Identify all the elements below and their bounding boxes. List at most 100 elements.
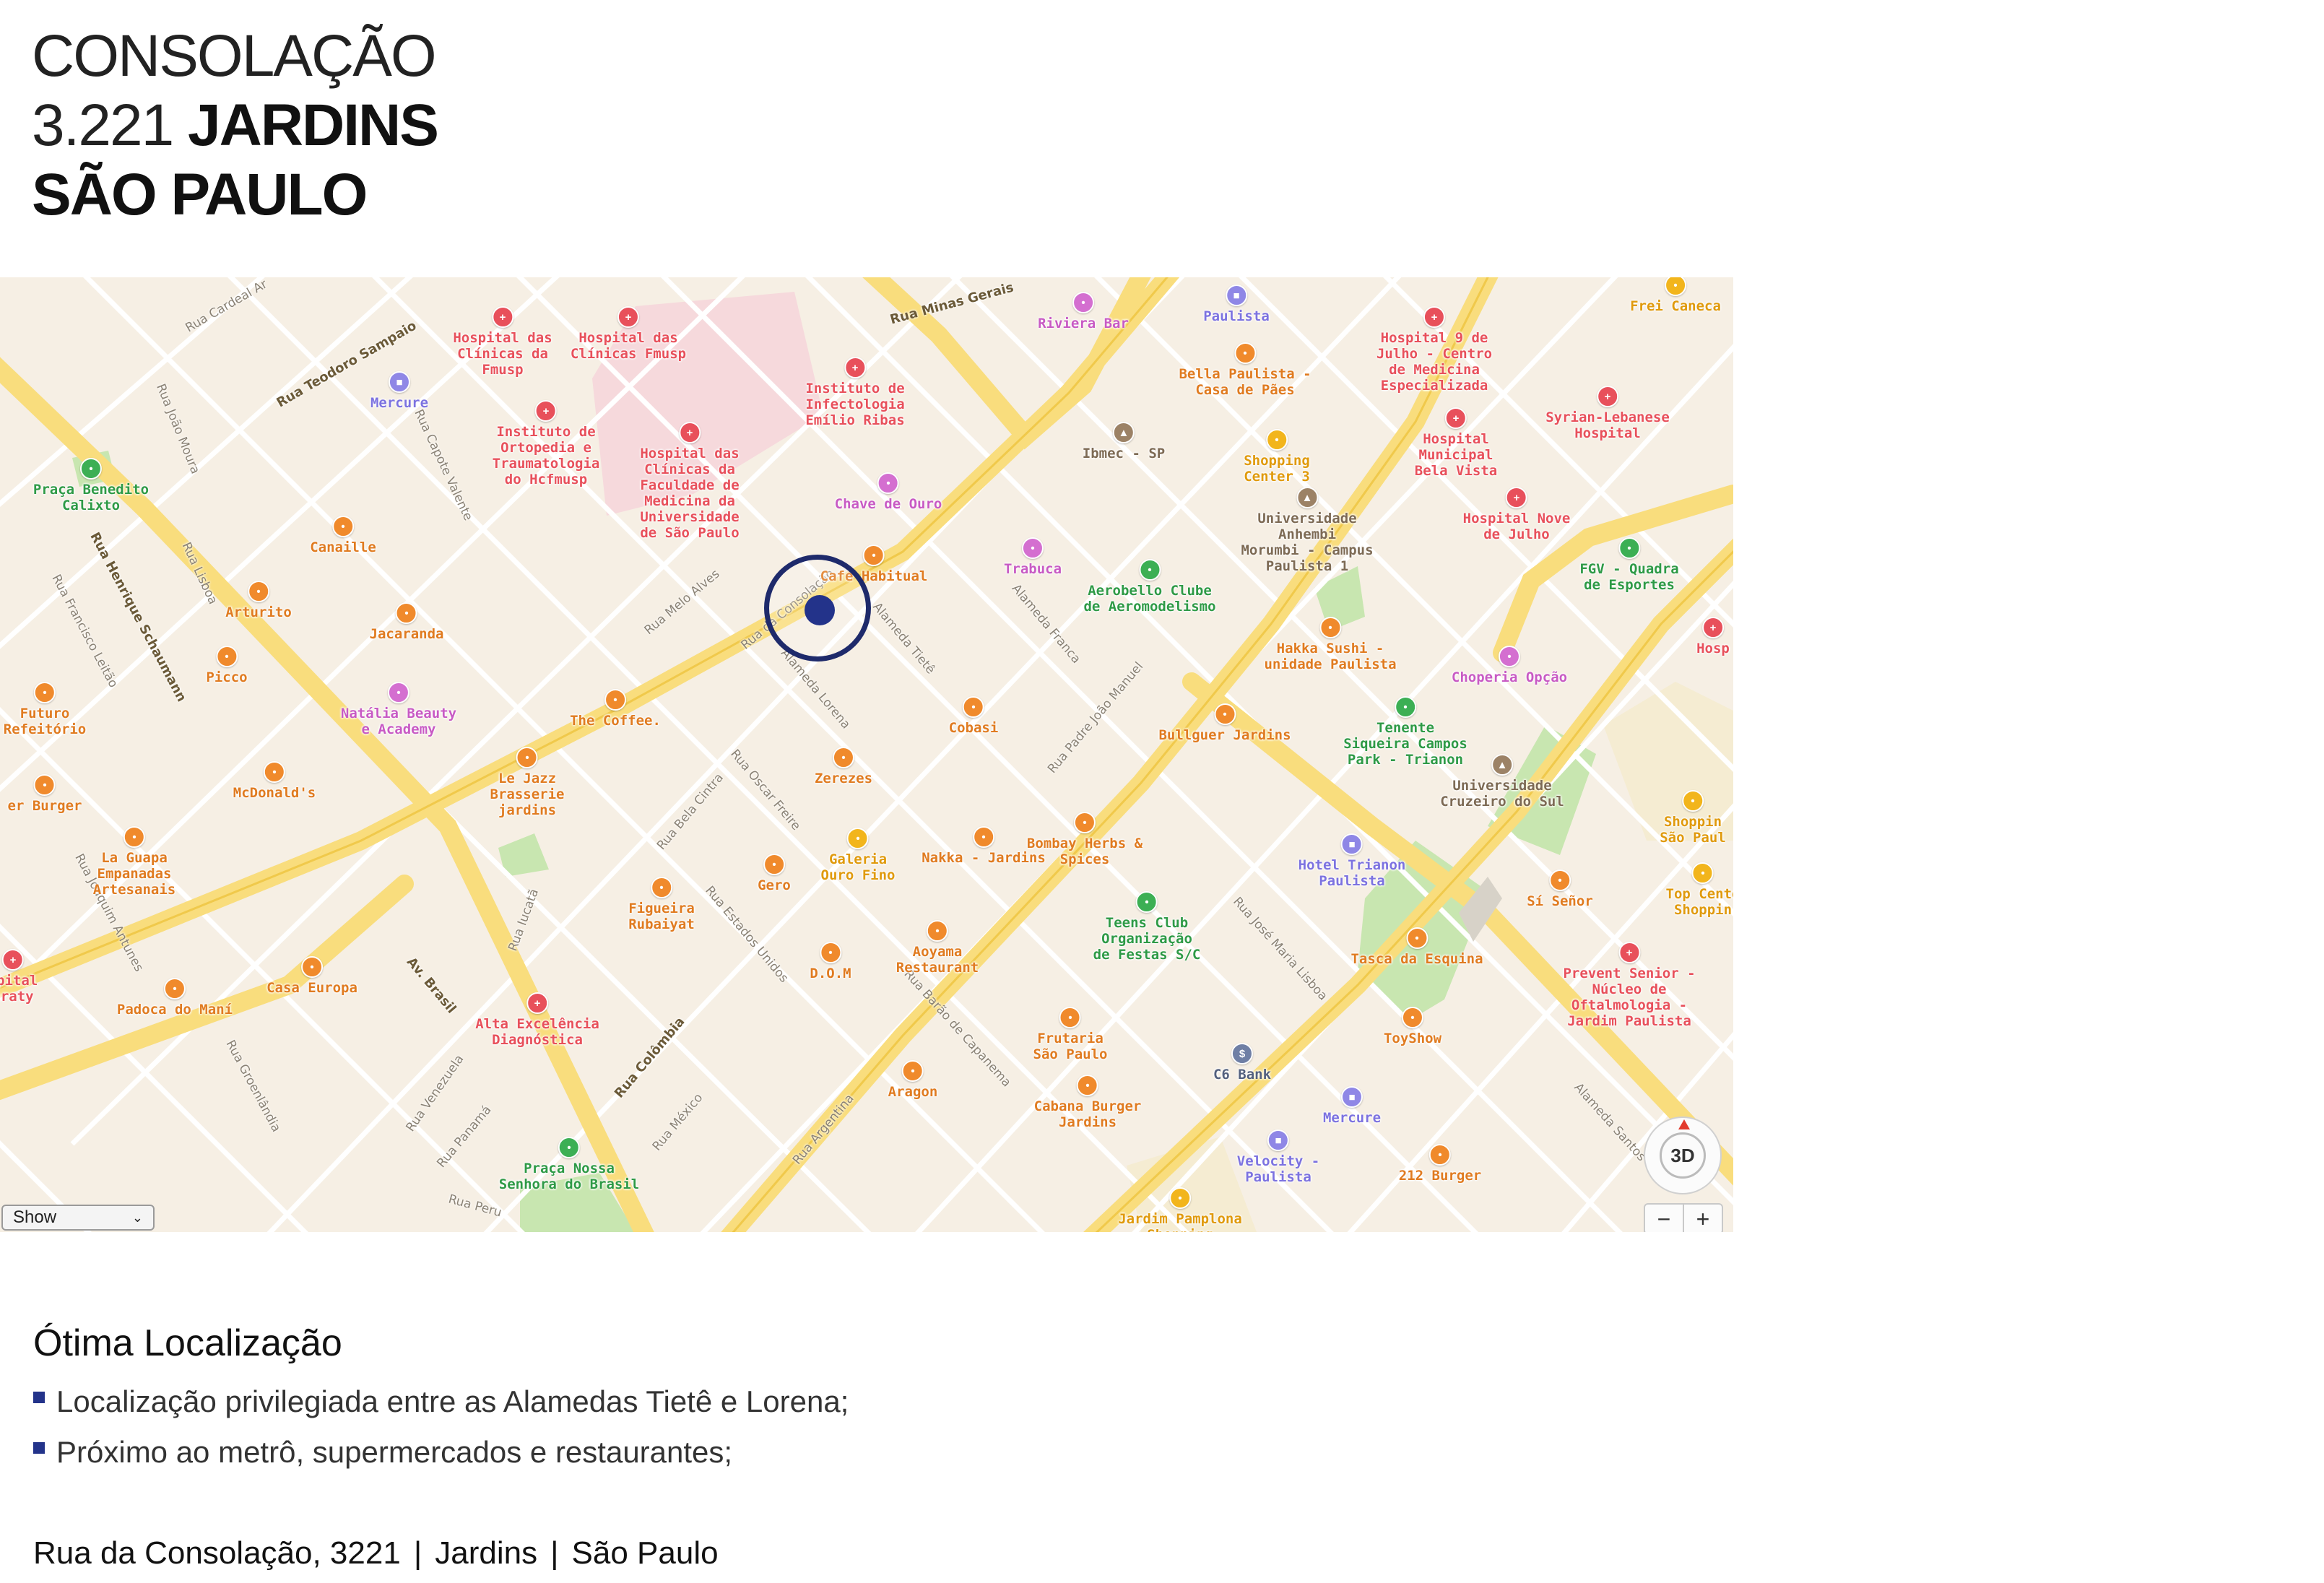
poi-hospital[interactable]: + Alta Excelência Diagnóstica (475, 992, 599, 1048)
poi-hospital[interactable]: + Hospital Municipal Bela Vista (1415, 407, 1497, 479)
poi-mall[interactable]: • Galeria Ouro Fino (821, 828, 895, 883)
poi-food[interactable]: • Aragon (888, 1060, 937, 1100)
header-line-3: SÃO PAULO (32, 162, 368, 227)
poi-food[interactable]: • Futuro Refeitório (4, 682, 86, 737)
poi-label: Casa Europa (266, 980, 357, 996)
poi-food[interactable]: • Tasca da Esquina (1350, 927, 1483, 967)
poi-label: Prevent Senior - Núcleo de Oftalmologia … (1563, 966, 1696, 1029)
poi-bank[interactable]: $ C6 Bank (1213, 1043, 1271, 1083)
poi-mall[interactable]: • Frei Caneca (1630, 277, 1721, 314)
poi-food[interactable]: • Bella Paulista - Casa de Pães (1179, 342, 1311, 398)
poi-park[interactable]: • Praça Benedito Calixto (33, 458, 149, 513)
poi-mall[interactable]: • Shopping Center 3 (1244, 429, 1310, 485)
poi-hospital[interactable]: + Hospital 9 de Julho - Centro de Medicin… (1376, 306, 1492, 394)
poi-hospital[interactable]: + Hospital das Clínicas Fmusp (571, 306, 686, 362)
poi-food[interactable]: • The Coffee. (570, 689, 661, 729)
poi-food[interactable]: • La Guapa Empanadas Artesanais (93, 826, 175, 898)
zoom-in-button[interactable]: + (1683, 1205, 1722, 1232)
poi-edu[interactable]: ▲ Universidade Cruzeiro do Sul (1440, 754, 1564, 810)
poi-shop[interactable]: • Trabuca (1004, 537, 1062, 577)
poi-hotel[interactable]: ■ Mercure (1323, 1086, 1381, 1126)
poi-label: Padoca do Maní (116, 1002, 233, 1018)
poi-label: Riviera Bar (1038, 316, 1129, 331)
poi-food[interactable]: • McDonald's (233, 761, 316, 801)
poi-label: Jacaranda (369, 626, 444, 642)
poi-food[interactable]: • Cobasi (949, 696, 998, 736)
poi-hospital[interactable]: + Hospital das Clínicas da Faculdade de M… (640, 422, 740, 541)
poi-label: Hospital Municipal Bela Vista (1414, 431, 1498, 479)
poi-hospital[interactable]: + Syrian-Lebanese Hospital (1545, 386, 1670, 441)
poi-mall[interactable]: • Shoppin São Paul (1660, 790, 1726, 846)
poi-mall[interactable]: •Jardim Pamplona Shopping (1118, 1187, 1242, 1232)
hotel-icon: ■ (1341, 833, 1363, 855)
poi-food[interactable]: • Sí Señor (1527, 869, 1593, 909)
poi-food[interactable]: • Le Jazz Brasserie jardins (490, 747, 564, 818)
food-icon: • (650, 877, 672, 898)
poi-label: Mercure (370, 395, 429, 411)
zoom-out-button[interactable]: − (1645, 1205, 1683, 1232)
poi-shop[interactable]: • Chave de Ouro (835, 472, 942, 512)
poi-edu[interactable]: ▲ Ibmec - SP (1083, 422, 1165, 461)
poi-hospital[interactable]: + Hosp (1696, 617, 1730, 656)
poi-hospital[interactable]: +spital araty (0, 949, 38, 1005)
poi-label: Aerobello Clube de Aeromodelismo (1083, 583, 1216, 615)
hospital-icon: + (1701, 617, 1724, 638)
poi-food[interactable]: • Aoyama Restaurant (896, 920, 979, 976)
poi-shop[interactable]: • Natália Beauty e Academy (341, 682, 456, 737)
poi-food[interactable]: • Padoca do Maní (117, 978, 233, 1018)
poi-mall[interactable]: •Top Cente Shoppin (1666, 862, 1733, 918)
poi-shop[interactable]: • Choperia Opção (1452, 646, 1567, 685)
poi-food[interactable]: • Figueira Rubaiyat (628, 877, 695, 932)
poi-label: Mercure (1322, 1110, 1382, 1126)
poi-park[interactable]: • Praça Nossa Senhora do Brasil (499, 1137, 639, 1192)
poi-hospital[interactable]: + Hospital das Clínicas da Fmusp (453, 306, 552, 378)
map[interactable]: Rua Cardeal Ar Rua Teodoro Sampaio Rua M… (0, 277, 1733, 1232)
poi-food[interactable]: • Cabana Burger Jardins (1034, 1075, 1141, 1130)
poi-food[interactable]: • Bullguer Jardins (1158, 703, 1291, 743)
poi-park[interactable]: • Aerobello Clube de Aeromodelismo (1083, 559, 1216, 615)
poi-park[interactable]: • FGV - Quadra de Esportes (1579, 537, 1679, 593)
poi-label: Figueira Rubaiyat (628, 901, 695, 932)
poi-edu[interactable]: ▲ Universidade Anhembi Morumbi - Campus P… (1241, 487, 1374, 574)
poi-hospital[interactable]: + Prevent Senior - Núcleo de Oftalmologia… (1563, 942, 1696, 1029)
poi-label: Shopping Center 3 (1244, 453, 1310, 485)
map-view-select[interactable]: Show ⌄ (1, 1205, 155, 1231)
poi-hospital[interactable]: + Hospital Nove de Julho (1462, 487, 1571, 542)
poi-food[interactable]: • Zerezes (815, 747, 872, 786)
food-icon: • (1059, 1007, 1081, 1028)
poi-food[interactable]: • D.O.M (810, 942, 851, 981)
poi-park[interactable]: • Teens Club Organização de Festas S/C (1093, 891, 1200, 963)
poi-food[interactable]: • Gero (758, 854, 791, 893)
location-marker-dot[interactable] (805, 595, 835, 625)
poi-hotel[interactable]: ■ Mercure (370, 371, 428, 411)
poi-hospital[interactable]: + Instituto de Infectologia Emílio Ribas (805, 357, 905, 428)
poi-food[interactable]: • Casa Europa (266, 956, 357, 996)
poi-food[interactable]: • 212 Burger (1399, 1144, 1481, 1184)
poi-shop[interactable]: • Riviera Bar (1038, 292, 1129, 331)
poi-food[interactable]: • Frutaria São Paulo (1033, 1007, 1107, 1062)
poi-food[interactable]: • er Burger (8, 774, 82, 814)
poi-hotel[interactable]: ■ Velocity - Paulista (1237, 1129, 1319, 1185)
poi-food[interactable]: • ToyShow (1384, 1007, 1441, 1046)
address-district: Jardins (435, 1535, 538, 1571)
poi-hotel[interactable]: ■ Paulista (1203, 285, 1270, 324)
poi-food[interactable]: • Arturito (225, 581, 292, 620)
poi-food[interactable]: • Nakka - Jardins (922, 826, 1046, 866)
poi-hospital[interactable]: + Instituto de Ortopedia e Traumatologia … (493, 400, 599, 487)
shop-icon: • (1499, 646, 1520, 667)
poi-label: Hospital das Clínicas Fmusp (570, 330, 687, 362)
poi-food[interactable]: • Picco (206, 646, 248, 685)
feature-item: Próximo ao metrô, supermercados e restau… (33, 1427, 849, 1478)
poi-hotel[interactable]: ■ Hotel Trianon Paulista (1298, 833, 1405, 889)
poi-label: Praça Benedito Calixto (32, 482, 149, 513)
poi-food[interactable]: • Hakka Sushi - unidade Paulista (1264, 617, 1397, 672)
poi-food[interactable]: • Canaille (310, 516, 376, 555)
poi-food[interactable]: • Jacaranda (369, 602, 444, 642)
hospital-icon: + (1618, 942, 1640, 963)
park-icon: • (80, 458, 102, 480)
compass-3d-button[interactable]: 3D (1644, 1116, 1722, 1194)
feature-text: Próximo ao metrô, supermercados e restau… (56, 1435, 733, 1469)
poi-label: Hospital Nove de Julho (1462, 511, 1571, 542)
hospital-icon: + (1423, 306, 1445, 328)
poi-label: Alta Excelência Diagnóstica (475, 1016, 599, 1048)
